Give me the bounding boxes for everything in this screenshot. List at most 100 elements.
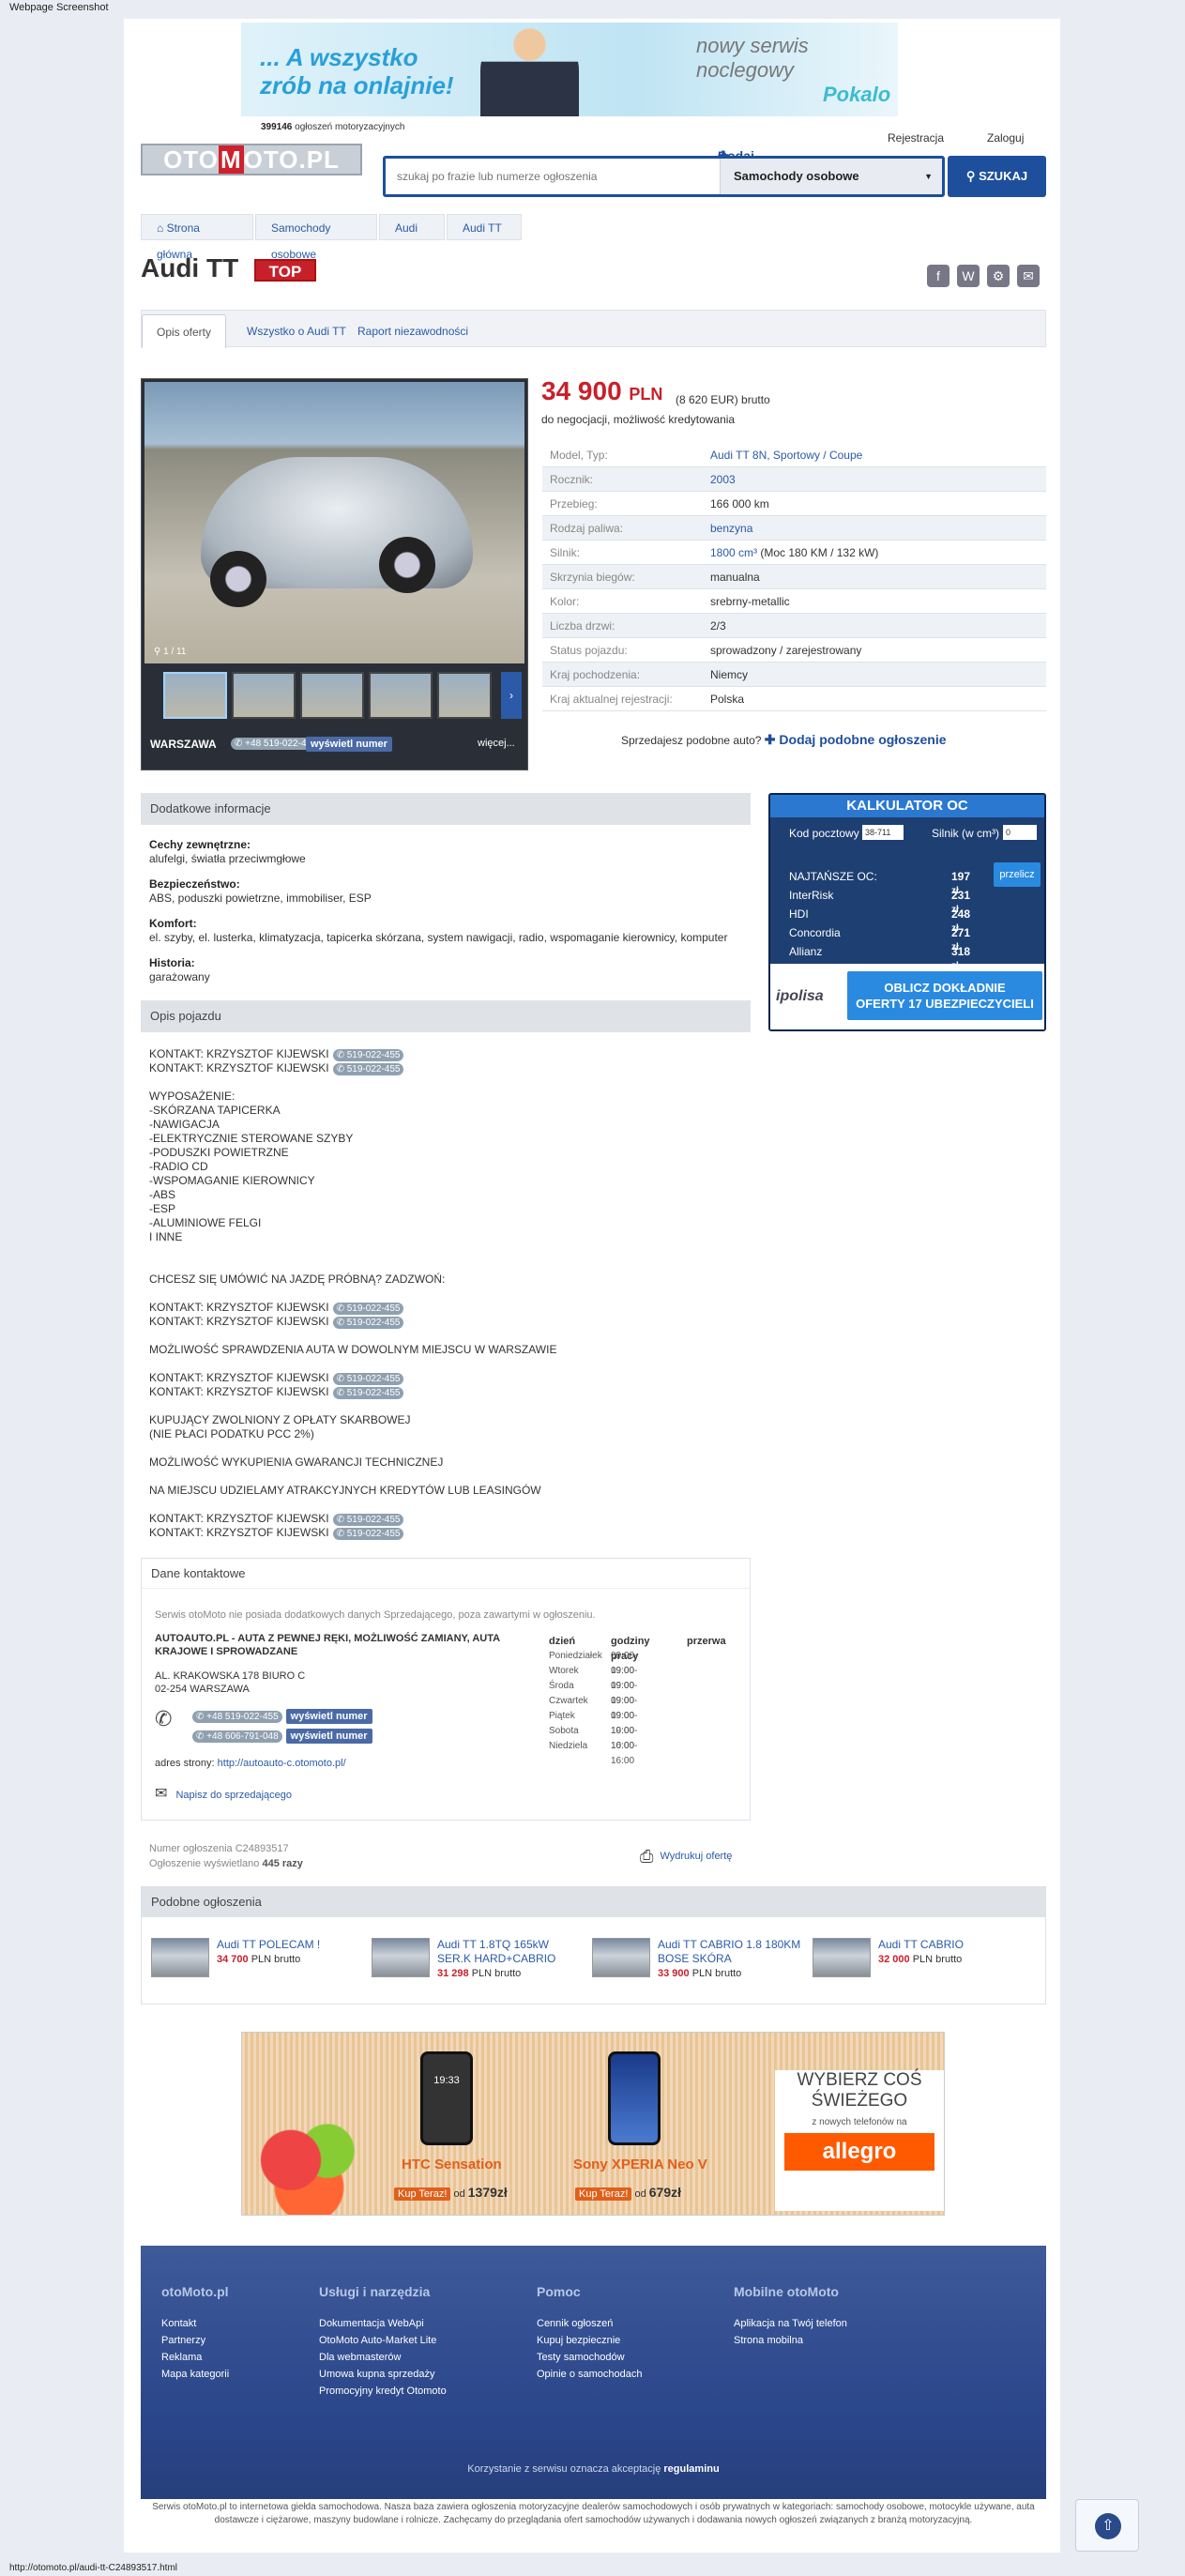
similar-ad[interactable]: Audi TT 1.8TQ 165kW SER.K HARD+CABRIO 31 2… [372,1938,587,1985]
calculate-offers-button[interactable]: OBLICZ DOKŁADNIE OFERTY 17 UBEZPIECZYCIEL… [847,971,1042,1020]
footer-link[interactable]: Mapa kategorii [161,2366,229,2383]
category-value: Samochody osobowe [734,169,859,183]
more-link[interactable]: więcej... [478,738,515,749]
tab-all-about-label[interactable]: Wszystko o Audi TT [247,325,346,338]
tab-reliability[interactable]: Raport niezawodności [357,314,468,348]
login-link[interactable]: Zaloguj [987,131,1024,145]
footer-link[interactable]: Testy samochodów [537,2349,643,2366]
print-offer-link[interactable]: Wydrukuj ofertę [660,1851,732,1862]
page-caption: Webpage Screenshot [9,2,109,13]
next-thumb-button[interactable]: › [501,672,522,719]
similar-ad[interactable]: Audi TT CABRIO 1.8 180KM BOSE SKÓRA 33 900… [592,1938,808,1985]
price-sony-value: 679zł [648,2185,682,2200]
footer-link[interactable]: OtoMoto Auto-Market Lite [319,2332,447,2349]
category-select[interactable]: Samochody osobowe ▼ [720,159,942,194]
terms-link[interactable]: regulaminu [663,2463,719,2475]
thumbnail[interactable] [232,672,296,719]
similar-ad-title[interactable]: Audi TT 1.8TQ 165kW SER.K HARD+CABRIO [437,1938,555,1966]
scroll-top-button[interactable]: ⇧ [1075,2499,1139,2552]
similar-ad[interactable]: Audi TT POLECAM ! 34 700 PLN brutto [151,1938,367,1985]
param-value[interactable]: benzyna [710,516,752,541]
breadcrumb-category[interactable]: Samochody osobowe [255,214,377,261]
top-banner-ad[interactable]: ... A wszystko zrób na onlajnie! nowy ser… [241,23,898,116]
buy-now-button[interactable]: Kup Teraz! [575,2187,632,2201]
phone-badge[interactable]: ✆ 519-022-455 [332,1303,404,1315]
phone-banner-ad[interactable]: 19:33 HTC Sensation Sony XPERIA Neo V Ku… [241,2032,945,2216]
breadcrumb-make[interactable]: Audi [379,214,445,240]
phone-badge[interactable]: ✆ 519-022-455 [332,1063,404,1075]
register-link[interactable]: Rejestracja [888,131,944,145]
footer-link[interactable]: Kupuj bezpiecznie [537,2332,643,2349]
footer-link[interactable]: Opinie o samochodach [537,2366,643,2383]
extra-text: ABS, poduszki powietrzne, immobiliser, E… [149,892,372,905]
footer-link[interactable]: Strona mobilna [734,2332,847,2349]
thumbnail[interactable] [369,672,433,719]
footer-link[interactable]: Aplikacja na Twój telefon [734,2315,847,2332]
similar-ad[interactable]: Audi TT CABRIO 32 000 PLN brutto [813,1938,1028,1985]
footer-link[interactable]: Reklama [161,2349,229,2366]
wheel-rear [379,537,435,593]
param-value: 166 000 km [710,497,769,511]
thumbnail[interactable] [437,672,492,719]
contact-line-text: KONTAKT: KRZYSZTOF KIJEWSKI [149,1301,329,1314]
engine-link[interactable]: 1800 cm³ [710,546,757,559]
similar-ad-price: 32 000 PLN brutto [878,1954,962,1965]
search-input[interactable] [386,159,719,194]
facebook-icon[interactable]: f [927,265,950,287]
website-link[interactable]: http://autoauto-c.otomoto.pl/ [218,1758,346,1769]
add-similar: Sprzedajesz podobne auto? ✚ Dodaj podobn… [621,732,947,748]
wykop-icon[interactable]: W [957,265,980,287]
arrow-up-icon: ⇧ [1095,2513,1121,2539]
similar-ad-title[interactable]: Audi TT CABRIO [878,1938,964,1952]
recalc-button[interactable]: przelicz [994,862,1041,887]
banner-man-image [480,24,579,116]
show-number-button[interactable]: wyświetl numer [306,737,392,752]
search-button[interactable]: ⚲ SZUKAJ [948,156,1046,197]
phone-badge[interactable]: ✆ 519-022-455 [332,1049,404,1061]
footer-link[interactable]: Dokumentacja WebApi [319,2315,447,2332]
breadcrumb-home[interactable]: ⌂ Strona główna [141,214,253,261]
footer-link[interactable]: Kontakt [161,2315,229,2332]
footer-link[interactable]: Cennik ogłoszeń [537,2315,643,2332]
footer-link[interactable]: Dla webmasterów [319,2349,447,2366]
tab-all-about[interactable]: Wszystko o Audi TT [247,314,346,348]
tab-description[interactable]: Opis oferty [142,314,226,348]
insurer-price-value: 231 [951,889,971,902]
phone-badge[interactable]: ✆ 519-022-455 [332,1317,404,1329]
footer-link[interactable]: Umowa kupna sprzedaży [319,2366,447,2383]
add-similar-label: Dodaj podobne ogłoszenie [779,732,947,747]
zip-input[interactable]: 38-711 [862,825,904,840]
similar-ad-title[interactable]: Audi TT POLECAM ! [217,1938,320,1952]
thumbnail[interactable] [163,672,227,719]
footer-col-title: otoMoto.pl [161,2284,229,2299]
similar-ad-title[interactable]: Audi TT CABRIO 1.8 180KM BOSE SKÓRA [658,1938,800,1966]
write-to-seller-link[interactable]: Napisz do sprzedającego [175,1790,292,1801]
footer-link[interactable]: Partnerzy [161,2332,229,2349]
phone-badge[interactable]: ✆ 519-022-455 [332,1528,404,1540]
insurer-price-value: 318 [951,945,971,958]
show-number-button[interactable]: wyświetl numer [285,1709,372,1724]
phone-icon: ✆ [336,1064,347,1075]
phone-badge[interactable]: ✆ 519-022-455 [332,1373,404,1385]
phone-icon: ✆ [235,739,246,749]
insurer-name: HDI [789,907,809,921]
show-number-button[interactable]: wyświetl numer [285,1729,372,1744]
param-value[interactable]: Audi TT 8N, Sportowy / Coupe [710,443,862,467]
add-similar-link[interactable]: ✚ Dodaj podobne ogłoszenie [765,732,947,747]
engine-input[interactable]: 0 [1003,825,1037,840]
otomoto-logo[interactable]: OTOMOTO.PL [141,144,362,175]
phone-badge[interactable]: ✆ 519-022-455 [332,1514,404,1526]
thumbnail[interactable] [300,672,364,719]
param-value[interactable]: 2003 [710,467,736,492]
tab-reliability-label[interactable]: Raport niezawodności [357,325,468,338]
phone-masked: ✆ +48 519-022-455 [192,1711,282,1723]
write-to-seller[interactable]: ✉ Napisz do sprzedającego [155,1784,292,1803]
footer-link[interactable]: Promocyjny kredyt Otomoto [319,2383,447,2400]
buy-now-button[interactable]: Kup Teraz! [394,2187,451,2201]
breadcrumb-model[interactable]: Audi TT [447,214,522,240]
settings-icon[interactable]: ⚙ [987,265,1010,287]
mail-icon[interactable]: ✉ [1017,265,1040,287]
print-offer[interactable]: ⎙ Wydrukuj ofertę [640,1847,732,1867]
main-photo[interactable]: ⚲ 1 / 11 [144,382,524,663]
phone-badge[interactable]: ✆ 519-022-455 [332,1387,404,1399]
